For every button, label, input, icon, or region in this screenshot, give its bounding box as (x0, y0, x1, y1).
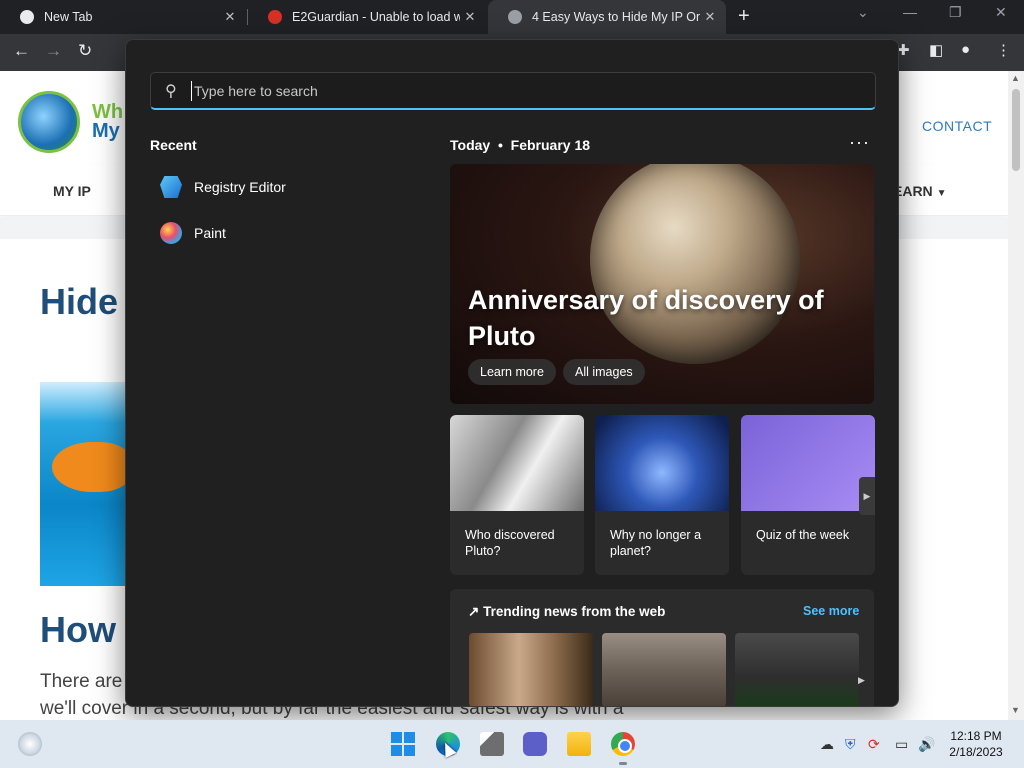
recent-item-paint[interactable]: Paint (160, 220, 226, 246)
featured-title: Anniversary of discovery of Pluto (468, 285, 824, 351)
close-tab-icon[interactable]: ✕ (220, 9, 240, 25)
taskbar: ☁ ⛨ ⟳ ▭ 🔊 12:18 PM 2/18/2023 (0, 720, 1024, 768)
learn-more-button[interactable]: Learn more (468, 359, 556, 385)
close-tab-icon[interactable]: ✕ (700, 9, 720, 25)
side-panel-icon[interactable]: ◧ (929, 41, 943, 59)
network-off-icon[interactable]: ☁ (820, 736, 834, 753)
featured-card-pluto[interactable]: Anniversary of discovery of Pluto Learn … (450, 164, 874, 404)
paint-icon (160, 222, 182, 244)
search-icon: ⚲ (165, 83, 177, 100)
news-thumbnail[interactable] (602, 633, 726, 706)
tab-e2guardian[interactable]: E2Guardian - Unable to load web ✕ (248, 0, 486, 34)
start-icon[interactable] (391, 732, 415, 756)
cards-next-icon[interactable]: ▶ (859, 477, 875, 515)
goldfish-image (40, 382, 130, 586)
article-title: Hide (40, 281, 119, 322)
tab-search-icon[interactable]: ⌄ (857, 4, 869, 21)
reload-icon[interactable]: ↻ (78, 41, 92, 61)
tab-title: New Tab (44, 10, 93, 24)
date-label: February 18 (510, 137, 591, 153)
display-icon[interactable]: ▭ (895, 736, 908, 753)
volume-icon[interactable]: 🔊 (918, 736, 935, 753)
recent-item-label: Registry Editor (194, 179, 286, 195)
page-scrollbar[interactable]: ▲ ▼ (1008, 71, 1024, 720)
system-clock[interactable]: 12:18 PM 2/18/2023 (940, 728, 1012, 760)
chrome-icon[interactable] (611, 732, 635, 756)
nav-learn[interactable]: EARN ▼ (893, 183, 946, 199)
recent-item-label: Paint (194, 225, 226, 241)
search-box[interactable]: ⚲ (150, 72, 876, 110)
trending-arrow-icon: ↗ (468, 604, 480, 619)
close-window-icon[interactable]: ✕ (995, 4, 1007, 21)
scroll-thumb[interactable] (1012, 89, 1020, 171)
trending-news-heading: ↗ Trending news from the web (468, 604, 665, 620)
close-tab-icon[interactable]: ✕ (460, 9, 480, 25)
clock-date: 2/18/2023 (949, 745, 1003, 759)
new-tab-button[interactable]: + (738, 5, 750, 28)
tab-hide-my-ip[interactable]: 4 Easy Ways to Hide My IP Online ✕ (488, 0, 726, 34)
card-image (450, 415, 584, 511)
card-caption: Quiz of the week (756, 528, 850, 542)
card-caption: Why no longer a planet? (610, 528, 702, 558)
menu-icon[interactable]: ⋮ (996, 41, 1011, 59)
forward-icon[interactable]: → (45, 41, 62, 61)
news-next-icon[interactable]: ▶ (858, 675, 865, 686)
search-panel: ⚲ Recent Registry Editor Paint Today • F… (125, 39, 899, 707)
registry-editor-icon (160, 176, 182, 198)
recent-heading: Recent (150, 137, 197, 153)
globe-favicon-icon (508, 10, 522, 24)
trending-news-title: Trending news from the web (483, 604, 666, 619)
scroll-down-icon[interactable]: ▼ (1011, 705, 1020, 715)
more-options-icon[interactable]: ··· (849, 132, 870, 153)
chrome-running-indicator (619, 762, 627, 765)
task-view-icon[interactable] (480, 732, 504, 756)
card-image (741, 415, 875, 511)
site-logo-text[interactable]: Wh My (92, 102, 123, 142)
card-caption: Who discovered Pluto? (465, 528, 555, 558)
teams-icon[interactable] (523, 732, 547, 756)
bullet-separator: • (494, 137, 507, 153)
tab-strip: New Tab ✕ E2Guardian - Unable to load we… (0, 0, 1024, 34)
profile-icon[interactable]: ● (961, 41, 970, 58)
see-more-link[interactable]: See more (803, 604, 859, 618)
card-image (595, 415, 729, 511)
today-header: Today • February 18 (450, 137, 590, 153)
news-thumbnail[interactable] (735, 633, 859, 706)
all-images-button[interactable]: All images (563, 359, 645, 385)
nav-my-ip[interactable]: MY IP (53, 183, 91, 199)
restore-icon[interactable]: ❐ (949, 4, 962, 21)
today-label: Today (450, 137, 491, 153)
back-icon[interactable]: ← (13, 41, 30, 61)
tab-new-tab[interactable]: New Tab ✕ (0, 0, 246, 34)
tab-title: E2Guardian - Unable to load web (292, 10, 460, 24)
card-who-discovered-pluto[interactable]: Who discovered Pluto? (450, 415, 584, 575)
minimize-icon[interactable]: — (903, 4, 917, 20)
fish-shape (52, 442, 130, 492)
scroll-up-icon[interactable]: ▲ (1011, 73, 1020, 83)
weather-icon[interactable] (18, 732, 42, 756)
search-input[interactable] (191, 81, 851, 101)
contact-link[interactable]: CONTACT (922, 118, 992, 134)
recent-item-registry-editor[interactable]: Registry Editor (160, 174, 286, 200)
site-logo-icon[interactable] (18, 91, 80, 153)
caret-down-icon: ▼ (936, 188, 947, 199)
card-quiz-of-the-week[interactable]: Quiz of the week (741, 415, 875, 575)
news-thumbnail[interactable] (469, 633, 593, 706)
file-explorer-icon[interactable] (567, 732, 591, 756)
card-why-no-longer-planet[interactable]: Why no longer a planet? (595, 415, 729, 575)
sync-icon[interactable]: ⟳ (868, 736, 880, 753)
tab-title: 4 Easy Ways to Hide My IP Online (532, 10, 700, 24)
section-heading: How (40, 609, 116, 650)
chrome-favicon-icon (20, 10, 34, 24)
clock-time: 12:18 PM (950, 729, 1002, 743)
trending-news-section: ↗ Trending news from the web See more ▶ (450, 589, 874, 706)
e2guardian-favicon-icon (268, 10, 282, 24)
security-shield-icon[interactable]: ⛨ (845, 736, 856, 753)
logo-line-2: My (92, 120, 120, 142)
